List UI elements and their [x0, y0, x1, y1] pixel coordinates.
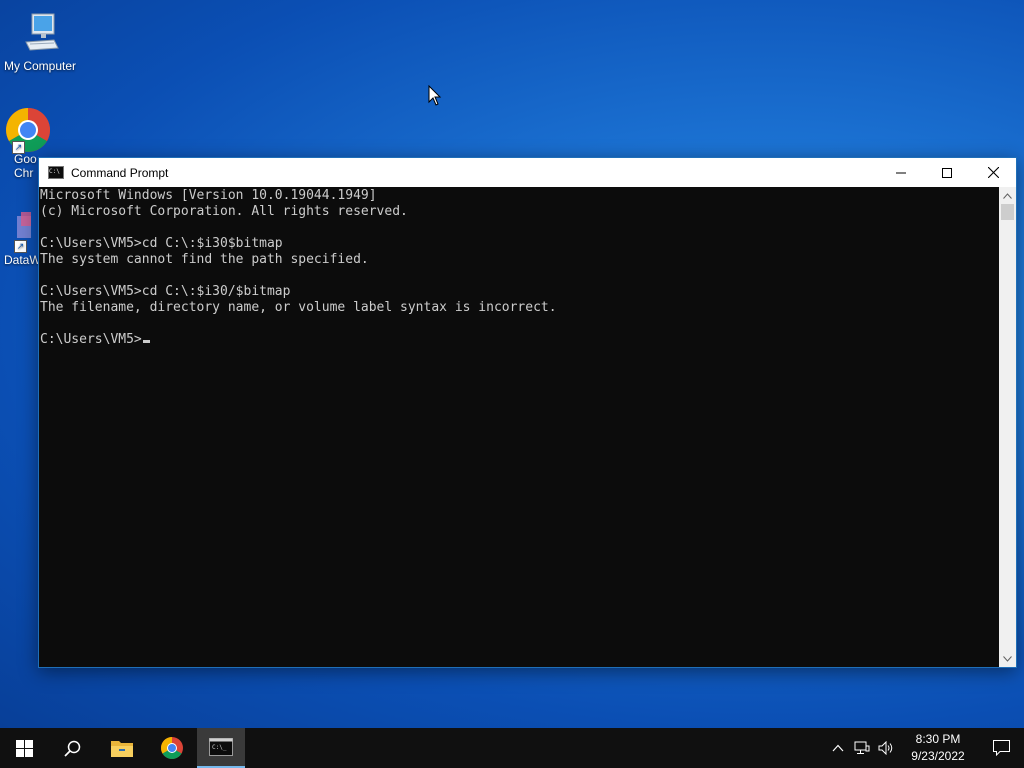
window-titlebar[interactable]: C:\ Command Prompt: [39, 158, 1016, 187]
chrome-icon: [161, 737, 183, 759]
minimize-button[interactable]: [878, 158, 924, 187]
search-button[interactable]: [48, 728, 96, 768]
terminal-line: The filename, directory name, or volume …: [40, 300, 557, 315]
clock-date: 9/23/2022: [911, 749, 965, 763]
action-center-button[interactable]: [978, 728, 1024, 768]
notification-icon: [992, 740, 1010, 756]
terminal-line: Microsoft Windows [Version 10.0.19044.19…: [40, 188, 377, 203]
search-icon: [63, 740, 80, 757]
mouse-pointer-icon: [428, 85, 442, 106]
start-button[interactable]: [0, 728, 48, 768]
taskbar-file-explorer[interactable]: [98, 728, 146, 768]
command-prompt-icon: C:\: [48, 166, 64, 179]
chevron-up-icon: [832, 744, 844, 752]
vertical-scrollbar[interactable]: [999, 187, 1016, 667]
desktop-icon-my-computer[interactable]: My Computer: [0, 10, 80, 73]
system-tray: 8:30 PM 9/23/2022: [826, 728, 1024, 768]
terminal-prompt: C:\Users\VM5>: [40, 332, 142, 347]
taskbar-chrome[interactable]: [148, 728, 196, 768]
desktop: My Computer ↗ Goo Chr ↗ DataW C:\ Comman…: [0, 0, 1024, 728]
computer-icon: [25, 13, 59, 51]
shortcut-arrow-icon: ↗: [12, 141, 25, 154]
network-icon: [854, 741, 870, 754]
maximize-icon: [942, 167, 952, 178]
terminal-output[interactable]: Microsoft Windows [Version 10.0.19044.19…: [39, 187, 999, 667]
scrollbar-thumb[interactable]: [1001, 204, 1014, 220]
text-cursor: [142, 340, 150, 343]
clock-time: 8:30 PM: [915, 732, 961, 746]
scroll-down-button[interactable]: [999, 650, 1016, 667]
command-prompt-icon: C:\_: [209, 738, 233, 756]
volume-button[interactable]: [874, 728, 898, 768]
taskbar-command-prompt[interactable]: C:\_: [197, 728, 245, 768]
scroll-up-button[interactable]: [999, 187, 1016, 204]
minimize-icon: [896, 172, 906, 173]
terminal-line: C:\Users\VM5>cd C:\:$i30$bitmap: [40, 236, 283, 251]
close-icon: [987, 167, 999, 178]
terminal-prompt-line[interactable]: C:\Users\VM5>: [40, 332, 999, 348]
desktop-icon-label: My Computer: [3, 59, 77, 73]
network-button[interactable]: [850, 728, 874, 768]
maximize-button[interactable]: [924, 158, 970, 187]
taskbar: C:\_ 8:30 PM 9/23/2022: [0, 728, 1024, 768]
taskbar-clock[interactable]: 8:30 PM 9/23/2022: [898, 731, 978, 765]
chevron-down-icon: [1003, 655, 1012, 662]
show-hidden-icons-button[interactable]: [826, 728, 850, 768]
terminal-line: C:\Users\VM5>cd C:\:$i30/$bitmap: [40, 284, 291, 299]
terminal-line: (c) Microsoft Corporation. All rights re…: [40, 204, 408, 219]
volume-icon: [878, 741, 893, 755]
file-explorer-icon: [111, 741, 133, 757]
svg-text:C:\_: C:\_: [212, 744, 227, 751]
chevron-up-icon: [1003, 192, 1012, 199]
close-button[interactable]: [970, 158, 1016, 187]
command-prompt-window[interactable]: C:\ Command Prompt Microsoft Windows [Ve…: [38, 157, 1017, 668]
shortcut-arrow-icon: ↗: [14, 240, 27, 253]
window-title: Command Prompt: [71, 165, 169, 180]
windows-logo-icon: [15, 739, 33, 757]
terminal-line: The system cannot find the path specifie…: [40, 252, 369, 267]
